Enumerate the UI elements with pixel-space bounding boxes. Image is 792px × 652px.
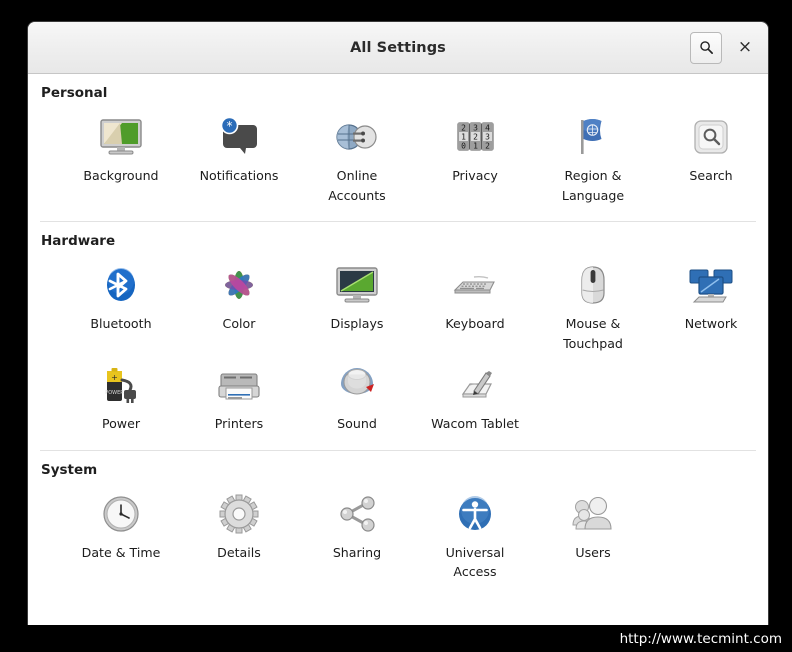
tile-label: Privacy [452,166,498,186]
section-heading-hardware: Hardware [28,222,768,253]
search-button[interactable] [690,32,722,64]
page-title: All Settings [350,40,446,56]
tile-network[interactable]: Network [652,253,768,353]
tile-sharing[interactable]: Sharing [298,482,416,582]
details-icon [213,488,265,540]
svg-text:+: + [111,373,118,382]
section-hardware: Hardware Bluetooth [28,222,768,434]
tile-keyboard[interactable]: Keyboard [416,253,534,353]
sound-icon [331,359,383,411]
svg-text:2: 2 [461,124,466,133]
tile-wacom-tablet[interactable]: Wacom Tablet [416,353,534,434]
tile-privacy[interactable]: 2 1 0 3 2 1 [416,105,534,205]
tile-color[interactable]: Color [180,253,298,353]
svg-text:POWER: POWER [105,390,124,396]
tile-search-panel[interactable]: Search [652,105,768,205]
keyboard-icon [449,259,501,311]
tile-mouse-touchpad[interactable]: Mouse &Touchpad [534,253,652,353]
svg-text:1: 1 [473,142,478,151]
tile-label: Displays [331,314,384,334]
search-panel-icon [685,111,737,163]
tile-label: Printers [215,414,263,434]
titlebar-actions: × [690,22,758,73]
svg-text:3: 3 [473,124,478,133]
tile-printers[interactable]: Printers [180,353,298,434]
bluetooth-icon [95,259,147,311]
grid-hardware: Bluetooth [28,253,768,434]
background-icon [95,111,147,163]
window-titlebar: All Settings × [28,22,768,74]
tile-notifications[interactable]: * Notifications [180,105,298,205]
tile-label: Date & Time [82,543,161,563]
tile-label: Power [102,414,140,434]
tile-details[interactable]: Details [180,482,298,582]
section-heading-system: System [28,451,768,482]
screen: All Settings × Personal [0,0,792,652]
tile-label: UniversalAccess [446,543,505,582]
tile-background[interactable]: Background [62,105,180,205]
svg-text:2: 2 [473,133,478,142]
tile-label: OnlineAccounts [328,166,385,205]
power-icon: + POWER [95,359,147,411]
date-time-icon [95,488,147,540]
universal-access-icon [449,488,501,540]
settings-content: Personal [28,74,768,625]
section-heading-personal: Personal [28,74,768,105]
tile-label: Sound [337,414,377,434]
tile-universal-access[interactable]: UniversalAccess [416,482,534,582]
tile-label: Notifications [200,166,279,186]
tile-label: Color [223,314,256,334]
tile-label: Mouse &Touchpad [563,314,623,353]
wacom-tablet-icon [449,359,501,411]
svg-text:*: * [227,119,233,133]
color-icon [213,259,265,311]
notifications-icon: * [213,111,265,163]
tile-power[interactable]: + POWER Power [62,353,180,434]
tile-label: Search [689,166,732,186]
settings-window: All Settings × Personal [28,22,768,625]
privacy-icon: 2 1 0 3 2 1 [449,111,501,163]
tile-label: Background [83,166,158,186]
users-icon [567,488,619,540]
displays-icon [331,259,383,311]
sharing-icon [331,488,383,540]
region-language-icon [567,111,619,163]
footer-watermark-bar: http://www.tecmint.com [0,625,792,652]
tile-label: Wacom Tablet [431,414,519,434]
tile-users[interactable]: Users [534,482,652,582]
svg-text:0: 0 [461,142,466,151]
network-icon [685,259,737,311]
svg-text:1: 1 [461,133,466,142]
svg-text:2: 2 [485,142,490,151]
close-button[interactable]: × [732,34,758,62]
svg-text:4: 4 [485,124,490,133]
tile-label: Keyboard [445,314,504,334]
tile-online-accounts[interactable]: OnlineAccounts [298,105,416,205]
section-system: System Date & Time [28,451,768,582]
grid-system: Date & Time [28,482,768,582]
tile-label: Users [575,543,610,563]
search-icon [699,40,714,55]
tile-bluetooth[interactable]: Bluetooth [62,253,180,353]
tile-date-time[interactable]: Date & Time [62,482,180,582]
tile-sound[interactable]: Sound [298,353,416,434]
svg-text:3: 3 [485,133,490,142]
tile-label: Details [217,543,261,563]
tile-label: Network [685,314,738,334]
grid-personal: Background * Notifications [28,105,768,205]
printers-icon [213,359,265,411]
mouse-touchpad-icon [567,259,619,311]
tile-label: Bluetooth [90,314,151,334]
tile-label: Sharing [333,543,381,563]
online-accounts-icon [331,111,383,163]
tile-label: Region &Language [562,166,624,205]
tile-region-language[interactable]: Region &Language [534,105,652,205]
section-personal: Personal [28,74,768,205]
watermark-url: http://www.tecmint.com [620,631,792,647]
tile-displays[interactable]: Displays [298,253,416,353]
